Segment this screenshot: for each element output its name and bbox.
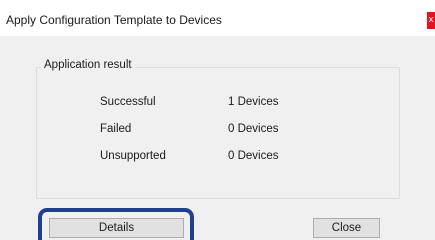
groupbox-legend: Application result: [41, 59, 135, 71]
window-close-button[interactable]: x: [427, 12, 435, 29]
result-value-failed: 0 Devices: [228, 123, 279, 135]
close-button[interactable]: Close: [313, 218, 380, 238]
result-label-unsupported: Unsupported: [100, 150, 166, 162]
result-label-successful: Successful: [100, 96, 156, 108]
close-icon: x: [428, 15, 434, 25]
application-result-groupbox: [36, 67, 400, 199]
title-bar: Apply Configuration Template to Devices …: [0, 0, 435, 36]
apply-template-dialog: Apply Configuration Template to Devices …: [0, 0, 435, 240]
details-button-highlight: [38, 208, 194, 240]
result-label-failed: Failed: [100, 123, 132, 135]
result-value-unsupported: 0 Devices: [228, 150, 279, 162]
dialog-title: Apply Configuration Template to Devices: [6, 13, 222, 27]
result-value-successful: 1 Devices: [228, 96, 279, 108]
